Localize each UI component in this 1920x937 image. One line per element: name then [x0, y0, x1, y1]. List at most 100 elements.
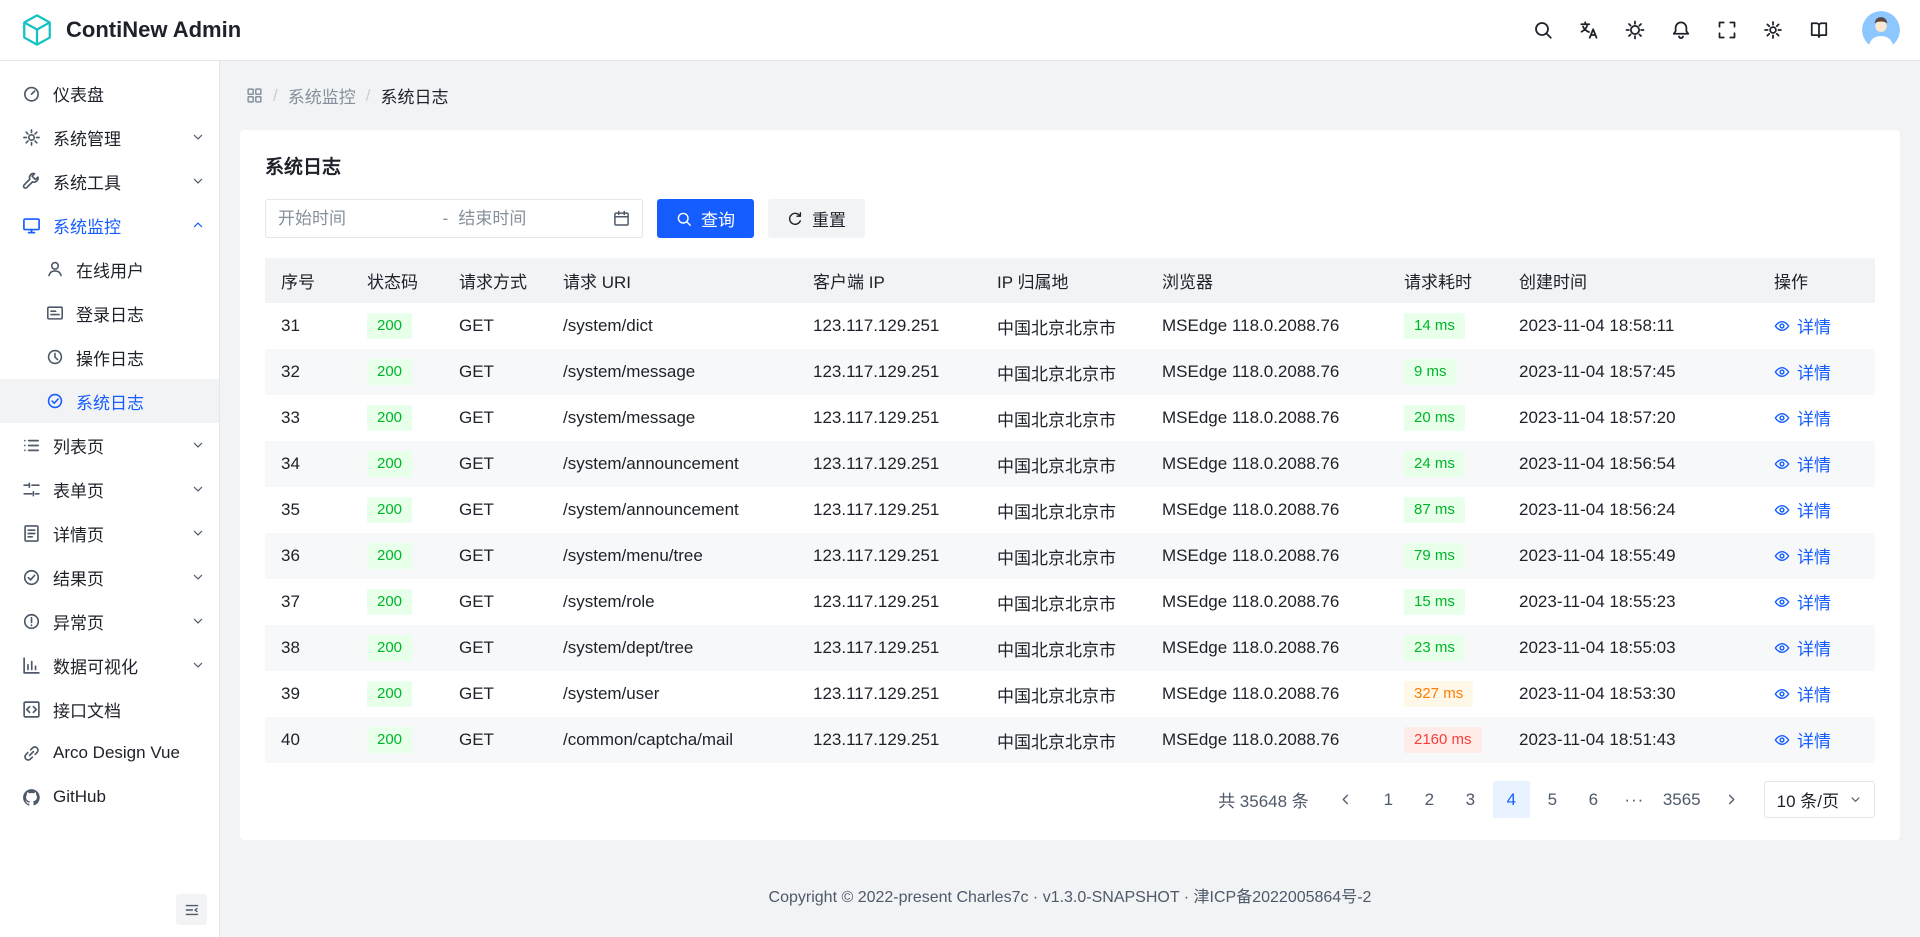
header-actions [1522, 9, 1840, 51]
user-avatar[interactable] [1862, 11, 1900, 49]
sidebar-item-dashboard[interactable]: 仪表盘 [0, 71, 219, 115]
detail-link-label: 详情 [1797, 451, 1831, 476]
app-window: ContiNew Admin 仪表盘 系统管理 系统工具 系统监控 在线用户 登… [0, 0, 1920, 937]
collapse-icon [184, 902, 200, 918]
detail-link[interactable]: 详情 [1774, 451, 1831, 476]
sidebar-item-form[interactable]: 表单页 [0, 467, 219, 511]
date-range-picker[interactable]: - [265, 199, 643, 238]
chevron-down-icon [191, 614, 205, 628]
page-number-button[interactable]: 3 [1452, 781, 1489, 818]
sidebar-subitem-system-log[interactable]: 系统日志 [0, 379, 219, 423]
cell-no: 32 [265, 349, 351, 395]
detail-link[interactable]: 详情 [1774, 405, 1831, 430]
sidebar-item-result[interactable]: 结果页 [0, 555, 219, 599]
sidebar-item-detail[interactable]: 详情页 [0, 511, 219, 555]
search-button[interactable] [1522, 9, 1564, 51]
sidebar-item-exception[interactable]: 异常页 [0, 599, 219, 643]
sidebar-subitem-login-log[interactable]: 登录日志 [0, 291, 219, 335]
cell-client-ip: 123.117.129.251 [797, 441, 981, 487]
page-number-button[interactable]: 1 [1370, 781, 1407, 818]
sidebar-item-label: 异常页 [53, 609, 179, 634]
cell-status: 200 [351, 487, 443, 533]
table-row: 35 200 GET /system/announcement 123.117.… [265, 487, 1875, 533]
settings-button[interactable] [1752, 9, 1794, 51]
start-time-input[interactable] [278, 209, 433, 229]
column-header: 创建时间 [1503, 258, 1758, 303]
elapsed-time-badge: 87 ms [1404, 497, 1465, 523]
cell-browser: MSEdge 118.0.2088.76 [1146, 349, 1388, 395]
reset-button-label: 重置 [812, 206, 846, 231]
table-row: 38 200 GET /system/dept/tree 123.117.129… [265, 625, 1875, 671]
cell-action: 详情 [1758, 349, 1875, 395]
detail-link[interactable]: 详情 [1774, 313, 1831, 338]
page-size-select[interactable]: 10 条/页 [1764, 781, 1875, 818]
status-code-badge: 200 [367, 589, 412, 615]
cell-uri: /system/user [547, 671, 797, 717]
page-number-button[interactable]: 3565 [1657, 781, 1707, 818]
chevron-up-icon [191, 218, 205, 232]
sidebar-item-api-doc[interactable]: 接口文档 [0, 687, 219, 731]
detail-link[interactable]: 详情 [1774, 727, 1831, 752]
brand[interactable]: ContiNew Admin [20, 13, 241, 47]
fullscreen-button[interactable] [1706, 9, 1748, 51]
cell-method: GET [443, 395, 547, 441]
eye-icon [1774, 686, 1790, 702]
breadcrumb-item-system-monitor[interactable]: 系统监控 [288, 83, 356, 108]
column-header: 请求 URI [547, 258, 797, 303]
sidebar-item-link[interactable]: Arco Design Vue [0, 731, 219, 775]
detail-link[interactable]: 详情 [1774, 543, 1831, 568]
detail-link[interactable]: 详情 [1774, 497, 1831, 522]
cell-created-at: 2023-11-04 18:53:30 [1503, 671, 1758, 717]
docs-button[interactable] [1798, 9, 1840, 51]
sidebar-item-label: 接口文档 [53, 697, 205, 722]
cell-elapsed: 23 ms [1388, 625, 1503, 671]
detail-link[interactable]: 详情 [1774, 589, 1831, 614]
sidebar-item-monitor[interactable]: 系统监控 [0, 203, 219, 247]
translate-button[interactable] [1568, 9, 1610, 51]
settings-icon [22, 128, 41, 147]
pagination-prev-button[interactable] [1327, 781, 1364, 818]
detail-link[interactable]: 详情 [1774, 359, 1831, 384]
sidebar-item-settings[interactable]: 系统管理 [0, 115, 219, 159]
search-button[interactable]: 查询 [657, 199, 754, 238]
cell-ip-region: 中国北京北京市 [981, 349, 1146, 395]
cell-action: 详情 [1758, 441, 1875, 487]
exception-icon [22, 612, 41, 631]
sidebar-item-tool[interactable]: 系统工具 [0, 159, 219, 203]
cell-uri: /system/dept/tree [547, 625, 797, 671]
form-icon [22, 480, 41, 499]
theme-light-button[interactable] [1614, 9, 1656, 51]
page-number-button[interactable]: 5 [1534, 781, 1571, 818]
sidebar-item-chart[interactable]: 数据可视化 [0, 643, 219, 687]
sidebar-collapse-button[interactable] [176, 894, 207, 925]
cell-ip-region: 中国北京北京市 [981, 625, 1146, 671]
footer: Copyright © 2022-present Charles7c · v1.… [220, 857, 1920, 937]
sidebar-subitem-online-user[interactable]: 在线用户 [0, 247, 219, 291]
sidebar-item-list[interactable]: 列表页 [0, 423, 219, 467]
elapsed-time-badge: 23 ms [1404, 635, 1465, 661]
sidebar-item-label: 仪表盘 [53, 81, 205, 106]
detail-link[interactable]: 详情 [1774, 681, 1831, 706]
detail-link-label: 详情 [1797, 589, 1831, 614]
tool-icon [22, 172, 41, 191]
status-code-badge: 200 [367, 497, 412, 523]
sidebar-item-github[interactable]: GitHub [0, 775, 219, 819]
page-number-button[interactable]: 2 [1411, 781, 1448, 818]
pagination-next-button[interactable] [1713, 781, 1750, 818]
detail-link[interactable]: 详情 [1774, 635, 1831, 660]
notifications-button[interactable] [1660, 9, 1702, 51]
chart-icon [22, 656, 41, 675]
sidebar-subitem-operation-log[interactable]: 操作日志 [0, 335, 219, 379]
end-time-input[interactable] [458, 209, 613, 229]
reset-button[interactable]: 重置 [768, 199, 865, 238]
calendar-icon [613, 210, 630, 227]
cell-no: 36 [265, 533, 351, 579]
pagination-ellipsis: ··· [1616, 781, 1653, 818]
page-number-button[interactable]: 6 [1575, 781, 1612, 818]
status-code-badge: 200 [367, 635, 412, 661]
page-number-button[interactable]: 4 [1493, 781, 1530, 818]
dashboard-icon [22, 84, 41, 103]
github-icon [22, 788, 41, 807]
cell-no: 35 [265, 487, 351, 533]
sidebar-subitem-label: 在线用户 [76, 257, 205, 282]
